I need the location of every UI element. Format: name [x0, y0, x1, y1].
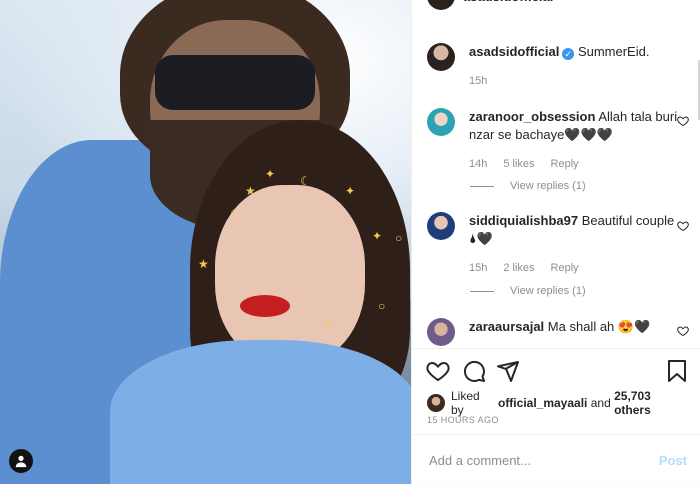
- comment-time[interactable]: 15h: [469, 259, 487, 277]
- instagram-post: ✦ ☾ ✦ ☾ ✦ ★ ○ ○ ☾ ★ asadsidofficial asad…: [0, 0, 700, 484]
- sparkle-decoration: ★: [245, 184, 256, 198]
- divider-line: [470, 290, 494, 292]
- caption: asadsidofficial ✓ SummerEid. 15h: [427, 43, 689, 90]
- liked-by-mid: and: [590, 396, 611, 410]
- view-replies-label: View replies (1): [510, 180, 586, 192]
- photo-sunglasses: [155, 55, 315, 110]
- liked-by-prefix: Liked by: [451, 389, 480, 417]
- post-timestamp[interactable]: 15 HOURS AGO: [427, 415, 499, 425]
- photo-woman-shirt: [110, 340, 411, 484]
- caption-time: 15h: [469, 75, 488, 87]
- heart-icon[interactable]: [677, 220, 689, 232]
- liked-by-user[interactable]: official_mayaali: [498, 396, 587, 410]
- action-bar: [412, 348, 700, 395]
- add-comment-bar: Post: [412, 434, 700, 485]
- sparkle-decoration: ✦: [345, 184, 356, 198]
- caption-username[interactable]: asadsidofficial: [469, 44, 559, 59]
- avatar[interactable]: [427, 318, 455, 346]
- comment: zaranoor_obsession Allah tala buri nzar …: [427, 108, 689, 173]
- comment-icon[interactable]: [462, 359, 486, 383]
- comment-username[interactable]: siddiquialishba97: [469, 213, 578, 228]
- comment-time[interactable]: 14h: [469, 155, 487, 173]
- caption-text: SummerEid.: [577, 44, 650, 59]
- comment-likes[interactable]: 2 likes: [503, 259, 534, 277]
- sparkle-decoration: ★: [198, 257, 209, 271]
- comment: siddiquialishba97 Beautiful couple🌢🖤 15h…: [427, 212, 689, 277]
- comment-username[interactable]: zaraaursajal: [469, 319, 544, 334]
- heart-icon[interactable]: [677, 115, 689, 127]
- comment-likes[interactable]: 5 likes: [503, 155, 534, 173]
- photo-lips: [240, 295, 290, 317]
- avatar[interactable]: [427, 43, 455, 71]
- heart-icon[interactable]: [677, 325, 689, 337]
- reply-button[interactable]: Reply: [551, 259, 579, 277]
- avatar[interactable]: [427, 108, 455, 136]
- avatar[interactable]: [427, 212, 455, 240]
- user-icon: [15, 455, 27, 468]
- comment-username[interactable]: zaranoor_obsession: [469, 109, 595, 124]
- tagged-users-button[interactable]: [9, 449, 33, 473]
- sparkle-decoration: ○: [378, 299, 386, 313]
- verified-badge-icon: ✓: [562, 48, 575, 60]
- post-header: asadsidofficial: [427, 0, 553, 10]
- post-comment-button[interactable]: Post: [659, 453, 687, 468]
- comment-input[interactable]: [427, 451, 651, 469]
- bookmark-icon[interactable]: [665, 359, 689, 383]
- post-sidebar: asadsidofficial asadsidofficial✓ SummerE…: [411, 0, 700, 484]
- liked-by: Liked by official_mayaali and 25,703 oth…: [427, 389, 689, 417]
- header-username[interactable]: asadsidofficial: [463, 0, 553, 4]
- comment-text: Ma shall ah 😍🖤: [547, 319, 651, 334]
- sparkle-decoration: ○: [395, 231, 403, 245]
- like-heart-icon[interactable]: [426, 359, 450, 383]
- divider-line: [470, 185, 494, 187]
- avatar[interactable]: [427, 0, 455, 10]
- post-photo[interactable]: ✦ ☾ ✦ ☾ ✦ ★ ○ ○ ☾ ★: [0, 0, 411, 484]
- sparkle-decoration: ☾: [230, 207, 241, 221]
- avatar[interactable]: [427, 394, 445, 412]
- reply-button[interactable]: Reply: [551, 155, 579, 173]
- view-replies-button[interactable]: View replies (1): [470, 285, 586, 297]
- comment: zaraaursajal Ma shall ah 😍🖤: [427, 318, 689, 346]
- share-icon[interactable]: [496, 359, 520, 383]
- view-replies-button[interactable]: View replies (1): [470, 180, 586, 192]
- liked-by-count[interactable]: 25,703 others: [614, 389, 689, 417]
- view-replies-label: View replies (1): [510, 285, 586, 297]
- sparkle-decoration: ☾: [325, 317, 336, 331]
- sparkle-decoration: ☾: [300, 174, 311, 188]
- sparkle-decoration: ✦: [372, 229, 383, 243]
- sparkle-decoration: ✦: [265, 167, 276, 181]
